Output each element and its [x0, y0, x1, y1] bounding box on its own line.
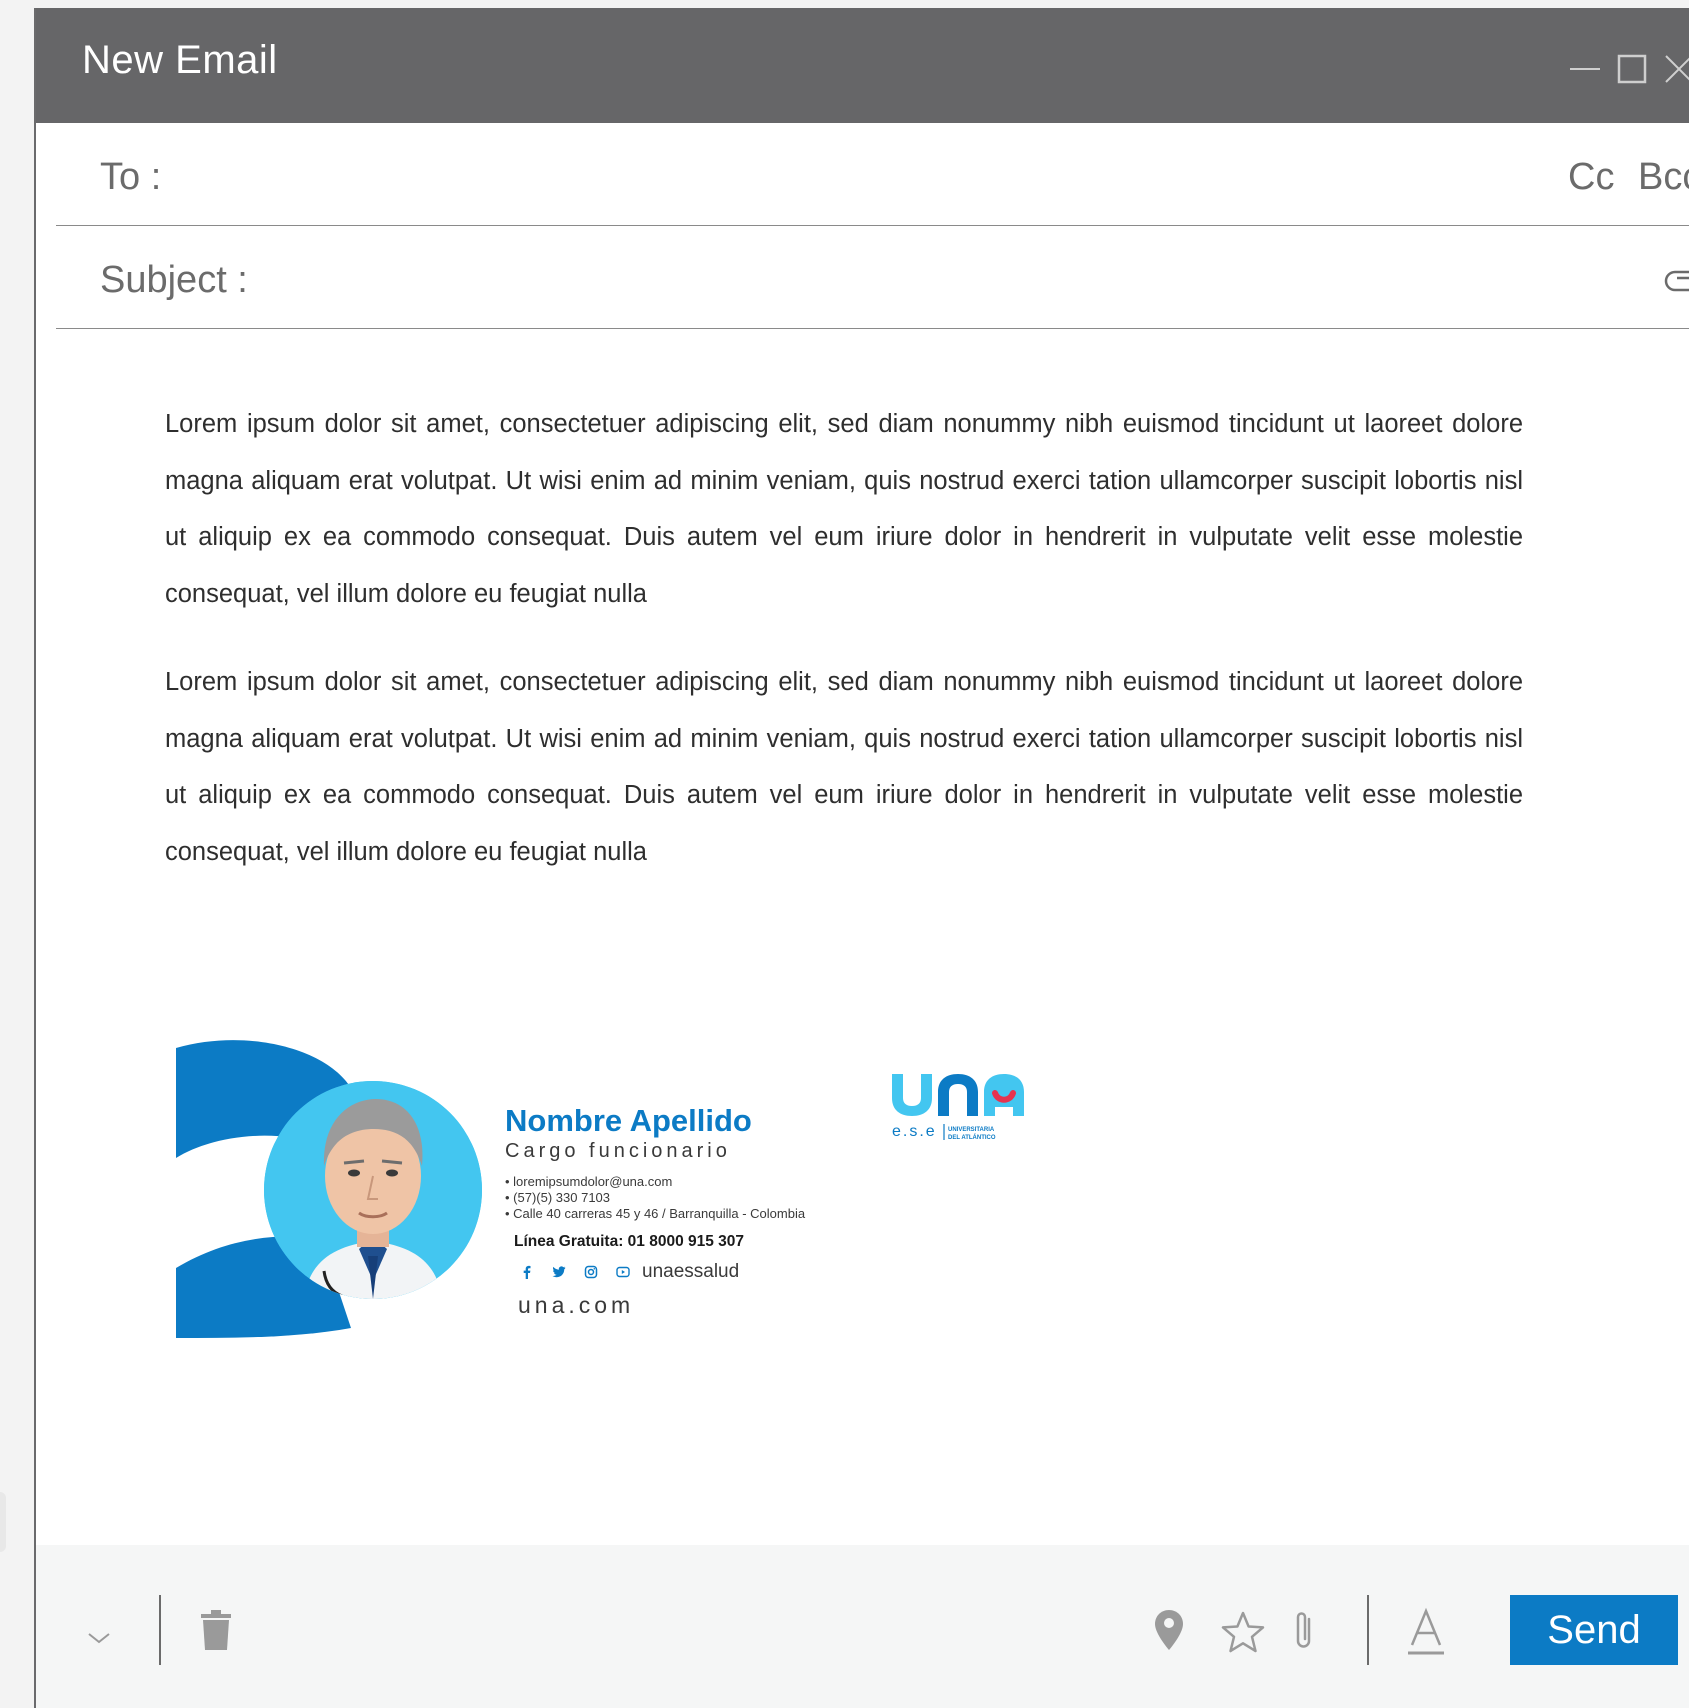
- facebook-icon[interactable]: [520, 1265, 534, 1279]
- logo-subtext: e.s.e: [892, 1123, 937, 1140]
- body-paragraph: Lorem ipsum dolor sit amet, consectetuer…: [165, 410, 1523, 608]
- email-signature: Nombre Apellido Cargo funcionario • lore…: [176, 1038, 1076, 1338]
- instagram-icon[interactable]: [584, 1265, 598, 1279]
- signature-website[interactable]: una.com: [518, 1292, 634, 1319]
- star-icon[interactable]: [1221, 1611, 1265, 1653]
- minimize-icon[interactable]: [1566, 50, 1604, 88]
- avatar: [264, 1081, 482, 1299]
- subject-label: Subject :: [100, 259, 248, 301]
- location-pin-icon[interactable]: [1154, 1609, 1184, 1651]
- cc-button[interactable]: Cc: [1568, 156, 1614, 199]
- compose-toolbar: Send: [36, 1545, 1689, 1708]
- trash-icon[interactable]: [200, 1609, 232, 1651]
- close-icon[interactable]: [1660, 50, 1689, 88]
- signature-name: Nombre Apellido: [505, 1103, 752, 1138]
- window-title: New Email: [82, 38, 278, 82]
- signature-role: Cargo funcionario: [505, 1140, 731, 1162]
- title-bar: New Email: [36, 8, 1689, 123]
- body-paragraph: Lorem ipsum dolor sit amet, consectetuer…: [165, 668, 1523, 866]
- subject-row: Subject :: [56, 226, 1689, 329]
- to-label: To :: [100, 156, 162, 198]
- toolbar-divider: [1367, 1595, 1369, 1665]
- signature-address: • Calle 40 carreras 45 y 46 / Barranquil…: [505, 1206, 806, 1221]
- signature-hotline: Línea Gratuita: 01 8000 915 307: [514, 1233, 745, 1250]
- compose-window: New Email To : Cc Bcc Subject : Lorem ip…: [34, 8, 1689, 1708]
- toolbar-divider: [159, 1595, 161, 1665]
- window-edge-tab: [0, 1492, 6, 1552]
- subject-input[interactable]: [276, 248, 1626, 308]
- to-input[interactable]: [176, 145, 1476, 205]
- una-logo: e.s.e UNIVERSITARIA DEL ATLÁNTICO: [886, 1060, 1056, 1160]
- logo-tagline-1: UNIVERSITARIA: [948, 1127, 995, 1133]
- bcc-button[interactable]: Bcc: [1638, 156, 1689, 199]
- to-row: To : Cc Bcc: [56, 123, 1689, 226]
- social-handle[interactable]: unaessalud: [642, 1261, 739, 1283]
- paperclip-icon[interactable]: [1661, 264, 1689, 294]
- twitter-icon[interactable]: [552, 1265, 566, 1279]
- send-button[interactable]: Send: [1510, 1595, 1678, 1665]
- chevron-down-icon[interactable]: [86, 1630, 112, 1646]
- maximize-icon[interactable]: [1613, 50, 1651, 88]
- signature-contact: • loremipsumdolor@una.com • (57)(5) 330 …: [505, 1174, 805, 1222]
- attach-icon[interactable]: [1292, 1609, 1316, 1653]
- message-body[interactable]: Lorem ipsum dolor sit amet, consectetuer…: [165, 396, 1523, 912]
- youtube-icon[interactable]: [616, 1265, 630, 1279]
- signature-phone: • (57)(5) 330 7103: [505, 1190, 611, 1205]
- logo-tagline-2: DEL ATLÁNTICO: [948, 1134, 996, 1141]
- font-color-icon[interactable]: [1406, 1607, 1446, 1657]
- signature-social: unaessalud: [520, 1260, 739, 1284]
- signature-email[interactable]: • loremipsumdolor@una.com: [505, 1174, 805, 1190]
